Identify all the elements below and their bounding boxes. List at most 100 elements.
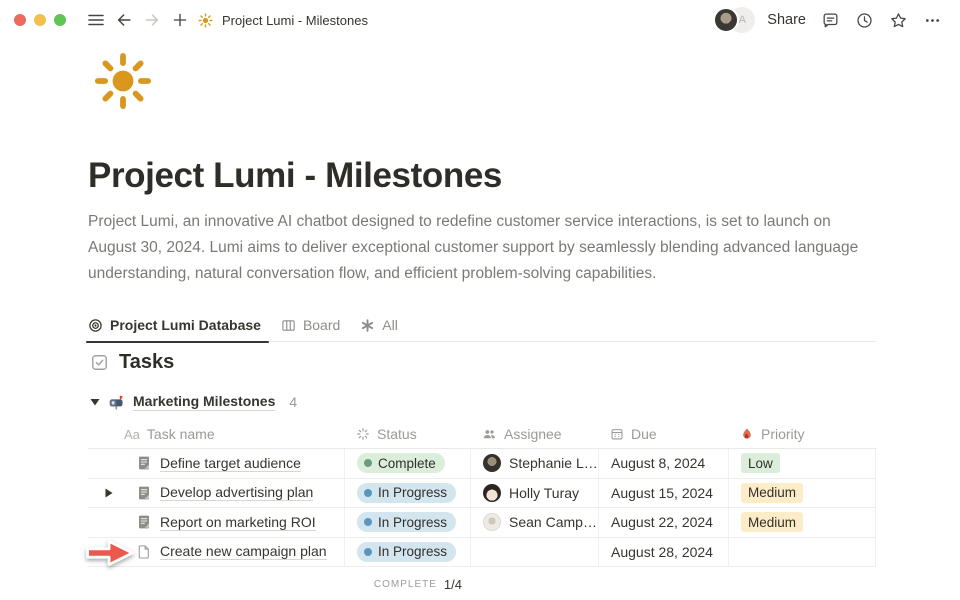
assignee-name: Holly Turay <box>509 485 579 501</box>
due-date: August 22, 2024 <box>611 514 713 530</box>
status-cell[interactable]: In Progress <box>344 479 470 508</box>
task-name[interactable]: Develop advertising plan <box>160 484 313 501</box>
table-row[interactable]: Create new campaign plan In Progress Aug… <box>88 538 876 568</box>
priority-cell[interactable] <box>728 538 876 567</box>
table-row[interactable]: Develop advertising plan In Progress Hol… <box>88 479 876 509</box>
task-name[interactable]: Define target audience <box>160 455 301 472</box>
more-options-icon[interactable] <box>918 6 946 34</box>
priority-badge[interactable]: Medium <box>741 483 803 503</box>
topbar: Project Lumi - Milestones A Share <box>0 0 960 40</box>
priority-label: Medium <box>748 515 796 530</box>
text-icon: Aa <box>124 427 140 442</box>
table-row[interactable]: Define target audience Complete Stephani… <box>88 449 876 479</box>
page-title: Project Lumi - Milestones <box>88 156 502 196</box>
status-dot <box>364 459 372 467</box>
status-badge[interactable]: In Progress <box>357 483 456 503</box>
close-window-button[interactable] <box>14 14 26 26</box>
page-icon <box>136 514 152 530</box>
comments-icon[interactable] <box>816 6 844 34</box>
table-header-row: Aa Task name Status Assignee Due <box>88 420 876 449</box>
tasks-heading-label: Tasks <box>119 351 174 374</box>
assignee-cell[interactable] <box>470 538 598 567</box>
column-header-task-name[interactable]: Aa Task name <box>88 420 344 448</box>
minimize-window-button[interactable] <box>34 14 46 26</box>
updates-clock-icon[interactable] <box>850 6 878 34</box>
priority-badge[interactable]: Low <box>741 453 780 473</box>
expand-triangle-icon[interactable] <box>104 487 116 499</box>
traffic-lights <box>14 14 66 26</box>
task-name-cell[interactable]: Develop advertising plan <box>88 479 344 508</box>
status-cell[interactable]: In Progress <box>344 508 470 537</box>
due-date: August 8, 2024 <box>611 455 705 471</box>
forward-button[interactable] <box>138 6 166 34</box>
priority-cell[interactable]: Medium <box>728 479 876 508</box>
calc-value: 1/4 <box>444 577 462 592</box>
status-label: In Progress <box>378 515 447 530</box>
notion-window: Project Lumi - Milestones A Share Projec… <box>0 0 960 600</box>
assignee-name: Stephanie Lee <box>509 455 598 471</box>
assignee-avatar <box>483 484 501 502</box>
page-icon <box>136 455 152 471</box>
status-badge[interactable]: In Progress <box>357 512 456 532</box>
priority-cell[interactable]: Medium <box>728 508 876 537</box>
zoom-window-button[interactable] <box>54 14 66 26</box>
calc-label: COMPLETE <box>374 579 437 590</box>
due-cell[interactable]: August 28, 2024 <box>598 538 728 567</box>
group-title[interactable]: Marketing Milestones <box>133 393 275 411</box>
task-name[interactable]: Create new campaign plan <box>160 543 327 560</box>
column-label: Priority <box>761 426 805 442</box>
tasks-heading: Tasks <box>90 351 174 374</box>
column-header-assignee[interactable]: Assignee <box>470 420 598 448</box>
asterisk-icon <box>360 318 375 333</box>
column-label: Due <box>631 426 657 442</box>
checkbox-icon <box>90 353 109 372</box>
target-icon <box>88 318 103 333</box>
column-header-status[interactable]: Status <box>344 420 470 448</box>
back-button[interactable] <box>110 6 138 34</box>
task-name-cell[interactable]: Report on marketing ROI <box>88 508 344 537</box>
column-label: Status <box>377 426 417 442</box>
column-header-priority[interactable]: Priority <box>728 420 876 448</box>
due-cell[interactable]: August 15, 2024 <box>598 479 728 508</box>
window-title[interactable]: Project Lumi - Milestones <box>222 13 368 28</box>
collapse-triangle-icon[interactable] <box>90 397 100 407</box>
group-row: Marketing Milestones 4 <box>90 393 297 411</box>
priority-label: Low <box>748 456 773 471</box>
assignee-cell[interactable]: Stephanie Lee <box>470 449 598 478</box>
status-label: In Progress <box>378 485 447 500</box>
status-dot <box>364 548 372 556</box>
collaborator-avatars[interactable]: A <box>713 7 755 33</box>
share-button[interactable]: Share <box>767 12 806 28</box>
table-row[interactable]: Report on marketing ROI In Progress Sean… <box>88 508 876 538</box>
status-badge[interactable]: In Progress <box>357 542 456 562</box>
task-name[interactable]: Report on marketing ROI <box>160 514 316 531</box>
mailbox-icon <box>108 394 125 411</box>
status-badge[interactable]: Complete <box>357 453 445 473</box>
sidebar-toggle-icon[interactable] <box>82 6 110 34</box>
new-tab-button[interactable] <box>166 6 194 34</box>
due-cell[interactable]: August 8, 2024 <box>598 449 728 478</box>
group-count: 4 <box>289 394 297 410</box>
status-label: Complete <box>378 456 436 471</box>
column-header-due[interactable]: Due <box>598 420 728 448</box>
tab-board[interactable]: Board <box>281 309 340 342</box>
column-label: Assignee <box>504 426 562 442</box>
task-name-cell[interactable]: Create new campaign plan <box>88 538 344 567</box>
priority-label: Medium <box>748 485 796 500</box>
table-footer-row: COMPLETE 1/4 <box>88 567 876 598</box>
priority-badge[interactable]: Medium <box>741 512 803 532</box>
task-name-cell[interactable]: Define target audience <box>88 449 344 478</box>
priority-cell[interactable]: Low <box>728 449 876 478</box>
favorite-star-icon[interactable] <box>884 6 912 34</box>
status-cell[interactable]: In Progress <box>344 538 470 567</box>
assignee-cell[interactable]: Sean Campbell <box>470 508 598 537</box>
calendar-icon <box>610 427 624 441</box>
page-description: Project Lumi, an innovative AI chatbot d… <box>88 209 880 287</box>
tab-all[interactable]: All <box>360 309 398 342</box>
due-cell[interactable]: August 22, 2024 <box>598 508 728 537</box>
status-cell[interactable]: Complete <box>344 449 470 478</box>
page-sun-icon[interactable] <box>94 52 152 110</box>
tab-project-lumi-database[interactable]: Project Lumi Database <box>88 309 261 342</box>
assignee-cell[interactable]: Holly Turay <box>470 479 598 508</box>
status-calc[interactable]: COMPLETE 1/4 <box>344 567 470 592</box>
